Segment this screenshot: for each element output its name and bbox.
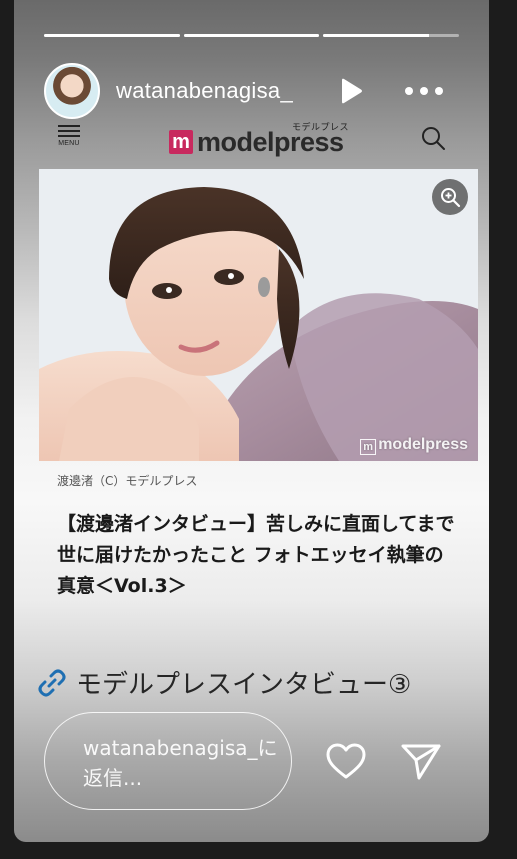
more-options-button[interactable] [402,76,446,106]
article-headline[interactable]: 【渡邊渚インタビュー】苦しみに直面してまで世に届けたかったこと フォトエッセイ執… [57,509,457,602]
play-icon [342,78,362,104]
progress-fill-2 [183,34,320,37]
progress-fill-3 [323,34,430,37]
site-header: MENU モデルプレス m modelpress [44,120,459,160]
link-sticker[interactable]: モデルプレスインタビュー③ [36,664,411,701]
progress-fill-1 [44,34,180,37]
modelpress-logo[interactable]: モデルプレス m modelpress [169,120,369,160]
watermark-mark: m [360,439,377,455]
search-icon [422,127,445,150]
menu-button[interactable]: MENU [54,122,84,147]
menu-icon [58,125,80,127]
avatar[interactable] [44,63,100,119]
article-photo: m modelpress [39,169,478,461]
progress-segment-2 [183,34,320,37]
menu-label: MENU [58,140,80,147]
more-icon [405,87,443,95]
progress-segment-1 [44,34,180,37]
zoom-button[interactable] [432,179,468,215]
menu-icon-bar-3 [58,135,80,137]
link-icon [38,669,66,696]
photo-watermark: m modelpress [360,436,468,455]
progress-segment-3 [323,34,460,37]
reply-input[interactable]: watanabenagisa_に返信... [44,712,292,810]
logo-text: modelpress [197,127,344,157]
portrait-illustration [39,169,478,461]
username[interactable]: watanabenagisa_ [116,78,306,104]
story-progress-bar [44,34,460,37]
zoom-in-icon [441,188,461,208]
photo-caption: 渡邊渚（C）モデルプレス [57,474,198,488]
play-button[interactable] [336,76,366,106]
send-icon [401,744,441,780]
article-card[interactable]: 渡邊渚（C）モデルプレス 【渡邊渚インタビュー】苦しみに直面してまで世に届けたか… [39,461,478,611]
story-header: watanabenagisa_ [44,62,459,120]
share-button[interactable] [399,740,443,784]
logo-mark: m [169,130,193,154]
like-button[interactable] [324,740,368,784]
heart-icon [326,743,366,779]
menu-icon-bar-2 [58,130,80,132]
story-viewer: watanabenagisa_ MENU モデルプレス m modelpress [14,0,489,842]
link-sticker-label: モデルプレスインタビュー③ [76,670,412,700]
search-button[interactable] [419,124,447,152]
watermark-text: modelpress [378,436,468,453]
